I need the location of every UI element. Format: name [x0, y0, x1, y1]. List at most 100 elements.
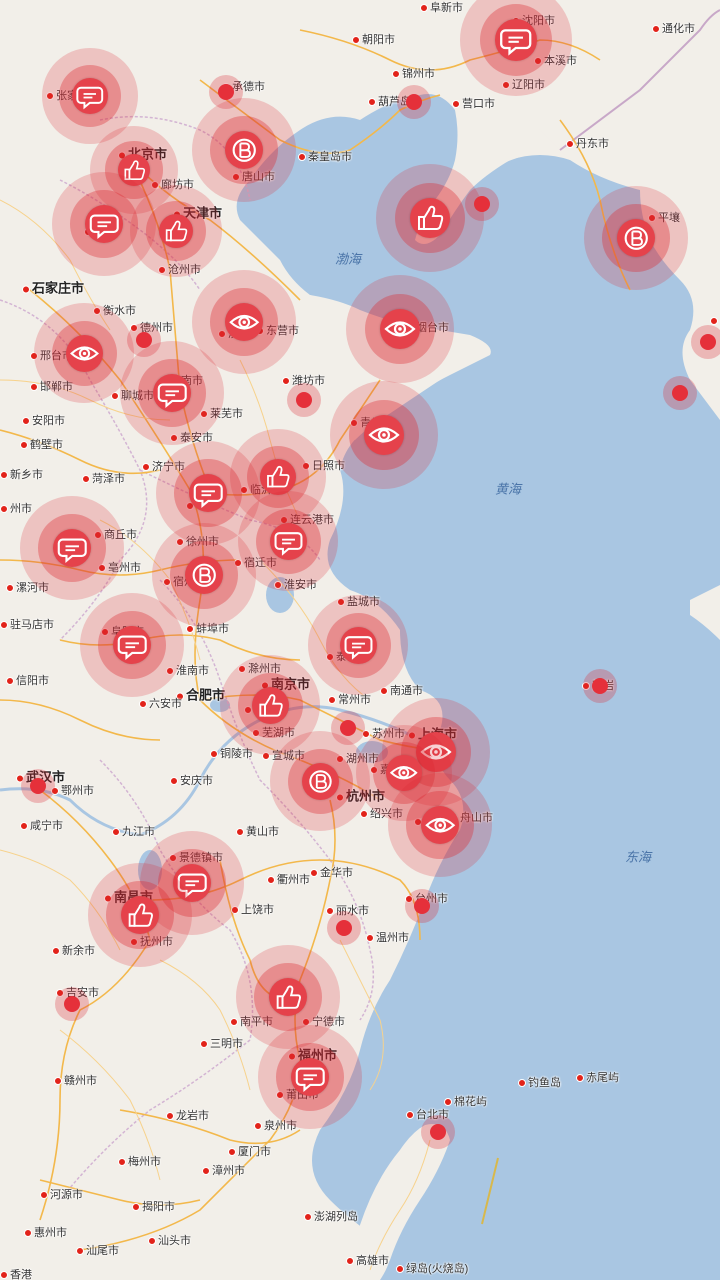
chat-bubble-icon — [269, 522, 307, 560]
city-label: 秦皇岛市 — [298, 148, 352, 164]
location-dot-icon[interactable] — [465, 187, 499, 221]
city-name: 澎湖列岛 — [314, 1211, 358, 1223]
city-dot-icon — [652, 25, 660, 34]
sea-label: 东海 — [624, 849, 652, 865]
city-dot-icon — [76, 1247, 84, 1256]
city-dot-icon — [186, 625, 194, 634]
location-dot-icon[interactable] — [397, 85, 431, 119]
city-dot-icon — [24, 1229, 32, 1238]
city-name: 咸宁市 — [30, 820, 63, 832]
heat-marker[interactable] — [20, 496, 124, 600]
heat-marker[interactable] — [130, 185, 222, 277]
city-name: 鄂州市 — [61, 785, 94, 797]
city-dot-icon — [360, 810, 368, 819]
heat-marker[interactable] — [308, 595, 408, 695]
city-dot-icon — [170, 777, 178, 786]
city-name: 通化市 — [662, 23, 695, 35]
city-name: 香港 — [10, 1269, 32, 1280]
city-label: 高雄市 — [346, 1252, 389, 1268]
location-dot-icon[interactable] — [209, 75, 243, 109]
b-circle-icon — [301, 762, 339, 800]
thumbs-up-icon — [251, 686, 289, 724]
location-dot-icon[interactable] — [691, 325, 720, 359]
city-name: 九江市 — [122, 826, 155, 838]
city-name: 河源市 — [50, 1189, 83, 1201]
city-name: 揭阳市 — [142, 1201, 175, 1213]
city-dot-icon — [6, 584, 14, 593]
thumbs-up-icon — [158, 213, 193, 248]
location-dot-icon[interactable] — [127, 323, 161, 357]
city-name: 钓鱼岛 — [528, 1077, 561, 1089]
city-dot-icon — [20, 441, 28, 450]
city-label: 金华市 — [310, 864, 353, 880]
heat-marker[interactable] — [80, 593, 184, 697]
city-name: 菏泽市 — [92, 473, 125, 485]
chat-bubble-icon — [72, 78, 108, 114]
city-name: 汕头市 — [158, 1235, 191, 1247]
city-label: 驻马店市 — [0, 616, 54, 632]
location-dot-icon[interactable] — [583, 669, 617, 703]
heat-marker[interactable] — [270, 731, 370, 831]
location-dot-icon[interactable] — [55, 987, 89, 1021]
city-label: 汕尾市 — [76, 1242, 119, 1258]
city-dot-icon — [40, 1191, 48, 1200]
eye-icon — [420, 805, 460, 845]
city-name: 新余市 — [62, 945, 95, 957]
city-label: 绿岛(火烧岛) — [396, 1260, 468, 1276]
city-name: 信阳市 — [16, 675, 49, 687]
eye-icon — [364, 415, 404, 455]
city-name: 梅州市 — [128, 1156, 161, 1168]
heat-marker[interactable] — [192, 98, 296, 202]
heat-marker[interactable] — [346, 275, 454, 383]
city-dot-icon — [328, 696, 336, 705]
city-label: 合肥市 — [176, 685, 225, 704]
location-dot-icon[interactable] — [327, 911, 361, 945]
city-dot-icon — [566, 140, 574, 149]
map-canvas[interactable]: 渤海黄海东海 张家口承德市朝阳市阜新市沈阳市本溪市辽阳市锦州市葫芦岛营口市通化市… — [0, 0, 720, 1280]
city-label: 温州市 — [366, 929, 409, 945]
city-name: 汕尾市 — [86, 1245, 119, 1257]
heat-marker[interactable] — [258, 1025, 362, 1129]
city-name: 棉花屿 — [454, 1096, 487, 1108]
chat-bubble-icon — [112, 625, 152, 665]
location-dot-icon[interactable] — [287, 383, 321, 417]
heat-marker[interactable] — [388, 773, 492, 877]
city-label: 鹤壁市 — [20, 436, 63, 452]
location-dot-icon[interactable] — [331, 711, 365, 745]
location-dot-icon[interactable] — [663, 376, 697, 410]
city-dot-icon — [202, 1167, 210, 1176]
heat-marker[interactable] — [584, 186, 688, 290]
heat-marker[interactable] — [88, 863, 192, 967]
city-dot-icon — [6, 677, 14, 686]
eye-icon — [380, 309, 420, 349]
city-dot-icon — [310, 869, 318, 878]
city-label: 棉花屿 — [444, 1093, 487, 1109]
city-dot-icon — [166, 1112, 174, 1121]
heat-marker[interactable] — [330, 381, 438, 489]
city-dot-icon — [200, 1040, 208, 1049]
sea-label: 黄海 — [494, 481, 522, 497]
city-name: 厦门市 — [238, 1146, 271, 1158]
city-dot-icon — [254, 1122, 262, 1131]
city-label: 州市 — [0, 500, 32, 516]
city-name: 龙岩市 — [176, 1110, 209, 1122]
city-dot-icon — [0, 471, 8, 480]
heat-marker[interactable] — [34, 303, 134, 403]
location-dot-icon[interactable] — [421, 1115, 455, 1149]
city-dot-icon — [20, 822, 28, 831]
location-dot-icon[interactable] — [405, 889, 439, 923]
city-name: 南通市 — [390, 685, 423, 697]
city-label: 衢州市 — [267, 871, 310, 887]
chat-bubble-icon — [339, 626, 377, 664]
city-name: 营口市 — [462, 98, 495, 110]
sea-label: 渤海 — [334, 251, 362, 267]
city-dot-icon — [452, 100, 460, 109]
city-name: 上饶市 — [241, 904, 274, 916]
city-dot-icon — [0, 621, 8, 630]
city-dot-icon — [406, 1111, 414, 1120]
city-label: 香港 — [0, 1266, 32, 1280]
location-dot-icon[interactable] — [21, 769, 55, 803]
city-label: 赣州市 — [54, 1072, 97, 1088]
city-label: 三明市 — [200, 1035, 243, 1051]
city-label: 鄂州市 — [51, 782, 94, 798]
